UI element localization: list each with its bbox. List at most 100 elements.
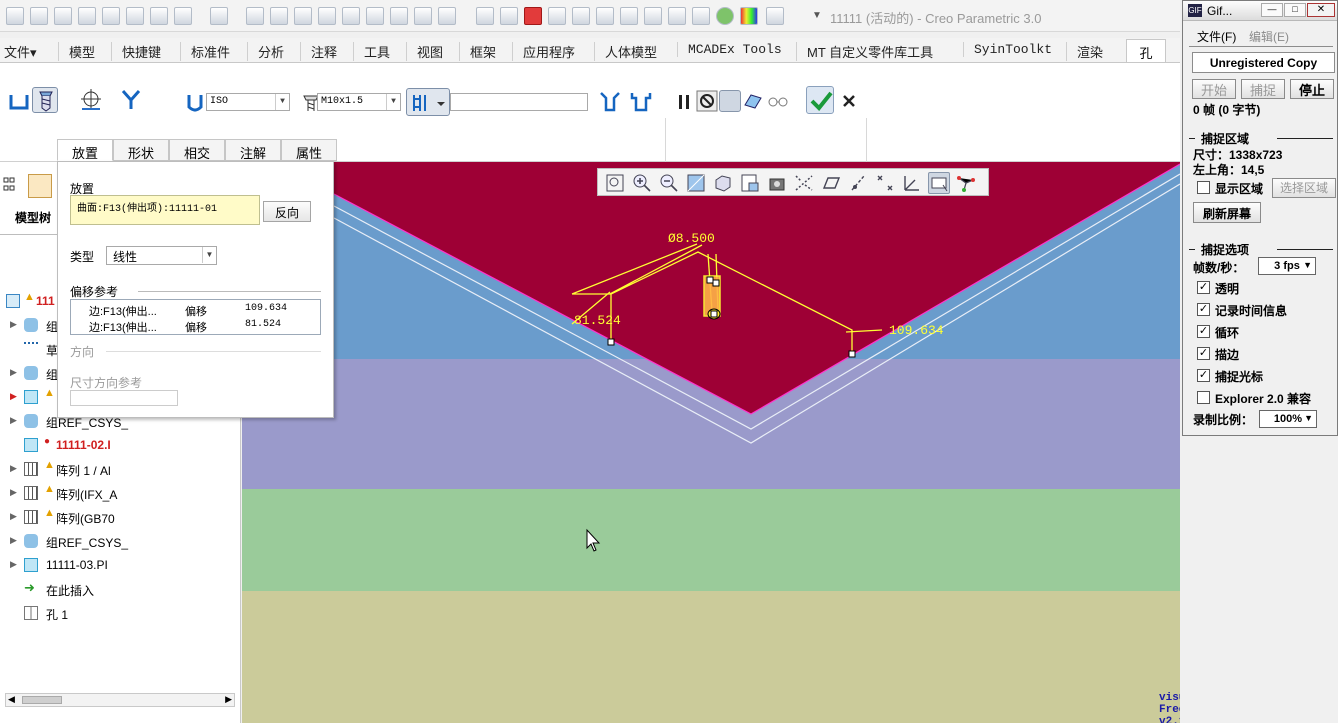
- offset-dimension-right[interactable]: 109.634: [889, 323, 944, 338]
- scroll-left-icon[interactable]: ◀: [8, 694, 15, 705]
- saved-views-icon[interactable]: [739, 172, 761, 194]
- close-window-icon[interactable]: [150, 7, 168, 25]
- tab-mcadex[interactable]: MCADEx Tools: [677, 42, 782, 57]
- layout-icon[interactable]: [438, 7, 456, 25]
- standard-hole-icon[interactable]: [32, 87, 58, 113]
- tree-item[interactable]: ▶ 组REF_CSYS_: [0, 531, 241, 551]
- new-icon[interactable]: [30, 7, 48, 25]
- tree-item[interactable]: ▶ ▲ 阵列 1 / Al: [0, 459, 241, 479]
- tab-standard[interactable]: 标准件: [180, 42, 230, 61]
- simple-hole-icon[interactable]: [6, 89, 32, 115]
- tab-hole[interactable]: 孔: [1126, 39, 1166, 63]
- stop-button[interactable]: 停止: [1290, 79, 1334, 99]
- tree-horizontal-scrollbar[interactable]: ◀ ▶: [5, 693, 235, 707]
- csys-display-icon[interactable]: [901, 172, 923, 194]
- loop-checkbox[interactable]: ✓: [1197, 325, 1210, 338]
- subtab-shape[interactable]: 形状: [113, 139, 169, 161]
- start-button[interactable]: 开始: [1192, 79, 1236, 99]
- glasses-icon[interactable]: [766, 90, 790, 112]
- record-ratio-select[interactable]: 100% ▼: [1259, 410, 1317, 428]
- subtab-placement[interactable]: 放置: [57, 139, 113, 161]
- expand-icon[interactable]: ▶: [10, 415, 17, 426]
- regenerate-icon[interactable]: [246, 7, 264, 25]
- cancel-button[interactable]: [838, 90, 860, 112]
- model-tree-tab-icon[interactable]: [2, 174, 16, 196]
- pause-icon[interactable]: [671, 89, 691, 115]
- tool-icon[interactable]: [390, 7, 408, 25]
- save-icon[interactable]: [78, 7, 96, 25]
- show-icon[interactable]: [596, 7, 614, 25]
- maximize-icon[interactable]: □: [1284, 3, 1306, 17]
- placement-type-select[interactable]: 线性 ▼: [106, 246, 217, 265]
- minimize-icon[interactable]: —: [1261, 3, 1283, 17]
- repaint-view-icon[interactable]: [685, 172, 707, 194]
- tab-file[interactable]: 文件▾: [4, 42, 37, 61]
- counterbore-icon[interactable]: [628, 89, 654, 115]
- save-copy-icon[interactable]: [102, 7, 120, 25]
- axis-display-icon[interactable]: [847, 172, 869, 194]
- tab-mt-library[interactable]: MT 自定义零件库工具: [796, 42, 933, 61]
- expand-icon[interactable]: ▶: [10, 367, 17, 378]
- component-icon[interactable]: [668, 7, 686, 25]
- expand-icon[interactable]: ▶: [10, 391, 17, 402]
- preview-icon[interactable]: [719, 90, 741, 112]
- transparent-checkbox[interactable]: ✓: [1197, 281, 1210, 294]
- select-area-button[interactable]: 选择区域: [1272, 178, 1336, 198]
- undo-icon[interactable]: [174, 7, 192, 25]
- no-preview-icon[interactable]: [696, 90, 718, 112]
- open-icon[interactable]: [54, 7, 72, 25]
- tree-item[interactable]: ▶ ▲ 阵列(IFX_A: [0, 483, 241, 503]
- delete-icon[interactable]: [524, 7, 542, 25]
- diameter-dimension[interactable]: Ø8.500: [668, 231, 715, 246]
- tab-render[interactable]: 渲染: [1066, 42, 1103, 61]
- tab-applications[interactable]: 应用程序: [512, 42, 575, 61]
- sketch-hole-icon[interactable]: [78, 87, 104, 113]
- measure-icon[interactable]: [692, 7, 710, 25]
- window-icon[interactable]: [270, 7, 288, 25]
- perspective-icon[interactable]: [793, 172, 815, 194]
- text-icon[interactable]: [366, 7, 384, 25]
- explorer-compat-checkbox[interactable]: [1197, 391, 1210, 404]
- border-checkbox[interactable]: ✓: [1197, 347, 1210, 360]
- expand-icon[interactable]: ▶: [10, 463, 17, 474]
- quick-access-dropdown[interactable]: ▼: [812, 10, 822, 21]
- expand-icon[interactable]: ▶: [10, 487, 17, 498]
- tapped-hole-icon[interactable]: [182, 89, 203, 115]
- assembly-icon[interactable]: [644, 7, 662, 25]
- scroll-right-icon[interactable]: ▶: [225, 694, 232, 705]
- flip-button[interactable]: 反向: [263, 201, 311, 222]
- tab-view[interactable]: 视图: [406, 42, 443, 61]
- scroll-thumb[interactable]: [22, 696, 62, 704]
- zoom-out-icon[interactable]: [658, 172, 680, 194]
- tab-human-model[interactable]: 人体模型: [594, 42, 657, 61]
- placement-reference-collector[interactable]: 曲面:F13(伸出项):11111-01: [70, 195, 260, 225]
- annotation-display-icon[interactable]: [928, 172, 950, 194]
- hole-standard-select[interactable]: ISO ▼: [206, 93, 290, 111]
- ok-button[interactable]: [806, 86, 834, 114]
- target-icon[interactable]: [414, 7, 432, 25]
- verify-icon[interactable]: [742, 90, 764, 112]
- print-icon[interactable]: [126, 7, 144, 25]
- profile-hole-icon[interactable]: [118, 87, 144, 113]
- tab-model[interactable]: 模型: [58, 42, 95, 61]
- subtab-properties[interactable]: 属性: [281, 139, 337, 161]
- countersink-icon[interactable]: [597, 89, 623, 115]
- record-time-checkbox[interactable]: ✓: [1197, 303, 1210, 316]
- zoom-in-icon[interactable]: [631, 172, 653, 194]
- tab-syintoolkt[interactable]: SyinToolkt: [963, 42, 1052, 57]
- model-tree-tab[interactable]: 模型树: [15, 209, 51, 226]
- menu-file[interactable]: 文件(F): [1197, 28, 1236, 45]
- tree-item-hole[interactable]: 孔 1: [0, 603, 241, 623]
- folder-browser-icon[interactable]: [28, 174, 52, 198]
- repaint-icon[interactable]: [294, 7, 312, 25]
- plane-display-icon[interactable]: [820, 172, 842, 194]
- tab-frame[interactable]: 框架: [459, 42, 496, 61]
- fps-select[interactable]: 3 fps ▼: [1258, 257, 1316, 275]
- tab-tools[interactable]: 工具: [353, 42, 390, 61]
- subtab-intersect[interactable]: 相交: [169, 139, 225, 161]
- capture-cursor-checkbox[interactable]: ✓: [1197, 369, 1210, 382]
- subtab-note[interactable]: 注解: [225, 139, 281, 161]
- offset-dimension-left[interactable]: 81.524: [574, 313, 621, 328]
- tree-insert-here[interactable]: ➜ 在此插入: [0, 579, 241, 599]
- copy-icon[interactable]: [548, 7, 566, 25]
